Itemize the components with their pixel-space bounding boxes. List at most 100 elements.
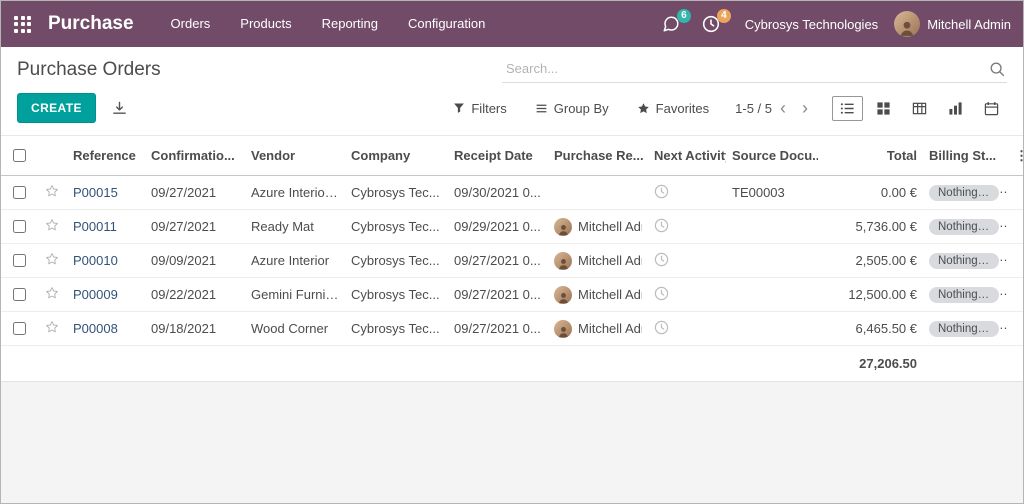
- cell-purchase-rep[interactable]: Mitchell Adr: [548, 209, 648, 244]
- cell-reference[interactable]: P00011: [67, 209, 145, 244]
- kanban-view-button[interactable]: [868, 96, 899, 121]
- cell-total[interactable]: 0.00 €: [818, 175, 923, 210]
- cell-vendor[interactable]: Ready Mat: [245, 209, 345, 244]
- cell-billing-status[interactable]: Nothing to......: [923, 175, 1009, 210]
- cell-next-activity[interactable]: [648, 243, 726, 278]
- favorites-button[interactable]: Favorites: [637, 101, 709, 116]
- favorite-star-icon[interactable]: [45, 252, 59, 266]
- cell-purchase-rep[interactable]: Mitchell Adr: [548, 311, 648, 346]
- apps-menu-button[interactable]: [1, 1, 44, 47]
- cell-next-activity[interactable]: [648, 209, 726, 244]
- next-activity-clock-icon[interactable]: [654, 286, 669, 301]
- header-reference[interactable]: Reference: [67, 135, 145, 176]
- cell-confirmation-date[interactable]: 09/09/2021: [145, 243, 245, 278]
- search-input[interactable]: [504, 60, 989, 77]
- cell-next-activity[interactable]: [648, 277, 726, 312]
- table-row[interactable]: P00015 09/27/2021 Azure Interior, ... Cy…: [1, 175, 1023, 210]
- cell-purchase-rep[interactable]: [548, 175, 648, 210]
- cell-source-document[interactable]: [726, 311, 818, 346]
- cell-company[interactable]: Cybrosys Tec...: [345, 311, 448, 346]
- header-vendor[interactable]: Vendor: [245, 135, 345, 176]
- menu-products[interactable]: Products: [225, 1, 306, 47]
- cell-vendor[interactable]: Azure Interior: [245, 243, 345, 278]
- select-all-checkbox[interactable]: [13, 149, 26, 162]
- favorite-star-icon[interactable]: [45, 286, 59, 300]
- graph-view-button[interactable]: [940, 96, 971, 121]
- header-confirmation-date[interactable]: Confirmatio...: [145, 135, 245, 176]
- next-activity-clock-icon[interactable]: [654, 184, 669, 199]
- menu-configuration[interactable]: Configuration: [393, 1, 500, 47]
- row-checkbox[interactable]: [13, 220, 26, 233]
- pivot-view-button[interactable]: [904, 96, 935, 121]
- cell-total[interactable]: 2,505.00 €: [818, 243, 923, 278]
- cell-total[interactable]: 12,500.00 €: [818, 277, 923, 312]
- filters-button[interactable]: Filters: [453, 101, 507, 116]
- cell-reference[interactable]: P00009: [67, 277, 145, 312]
- app-name[interactable]: Purchase: [48, 13, 134, 35]
- table-row[interactable]: P00009 09/22/2021 Gemini Furnit... Cybro…: [1, 277, 1023, 312]
- cell-source-document[interactable]: [726, 277, 818, 312]
- create-button[interactable]: CREATE: [17, 93, 96, 123]
- cell-company[interactable]: Cybrosys Tec...: [345, 209, 448, 244]
- cell-vendor[interactable]: Wood Corner: [245, 311, 345, 346]
- cell-company[interactable]: Cybrosys Tec...: [345, 277, 448, 312]
- table-row[interactable]: P00010 09/09/2021 Azure Interior Cybrosy…: [1, 243, 1023, 278]
- row-checkbox[interactable]: [13, 186, 26, 199]
- cell-reference[interactable]: P00008: [67, 311, 145, 346]
- cell-purchase-rep[interactable]: Mitchell Adr: [548, 277, 648, 312]
- next-activity-clock-icon[interactable]: [654, 218, 669, 233]
- pager-next-button[interactable]: ›: [794, 99, 816, 117]
- cell-billing-status[interactable]: Nothing to......: [923, 243, 1009, 278]
- header-next-activity[interactable]: Next Activity: [648, 135, 726, 176]
- cell-reference[interactable]: P00015: [67, 175, 145, 210]
- cell-billing-status[interactable]: Nothing to......: [923, 277, 1009, 312]
- activities-button[interactable]: 4: [691, 9, 731, 39]
- cell-total[interactable]: 5,736.00 €: [818, 209, 923, 244]
- company-switcher[interactable]: Cybrosys Technologies: [745, 17, 878, 32]
- header-source-document[interactable]: Source Docu...: [726, 135, 818, 176]
- menu-reporting[interactable]: Reporting: [307, 1, 393, 47]
- cell-billing-status[interactable]: Nothing to......: [923, 311, 1009, 346]
- menu-orders[interactable]: Orders: [156, 1, 226, 47]
- header-billing-status[interactable]: Billing St...: [923, 135, 1009, 176]
- search-icon[interactable]: [989, 61, 1005, 77]
- calendar-view-button[interactable]: [976, 96, 1007, 121]
- row-checkbox[interactable]: [13, 322, 26, 335]
- cell-receipt-date[interactable]: 09/27/2021 0...: [448, 311, 548, 346]
- favorite-star-icon[interactable]: [45, 218, 59, 232]
- cell-confirmation-date[interactable]: 09/27/2021: [145, 175, 245, 210]
- cell-reference[interactable]: P00010: [67, 243, 145, 278]
- cell-source-document[interactable]: TE00003: [726, 175, 818, 210]
- row-checkbox[interactable]: [13, 254, 26, 267]
- row-checkbox[interactable]: [13, 288, 26, 301]
- cell-source-document[interactable]: [726, 243, 818, 278]
- cell-billing-status[interactable]: Nothing to......: [923, 209, 1009, 244]
- cell-next-activity[interactable]: [648, 175, 726, 210]
- export-button[interactable]: [108, 97, 131, 120]
- cell-confirmation-date[interactable]: 09/22/2021: [145, 277, 245, 312]
- pager-range[interactable]: 1-5 / 5: [735, 101, 772, 116]
- header-total[interactable]: Total: [818, 135, 923, 176]
- cell-vendor[interactable]: Azure Interior, ...: [245, 175, 345, 210]
- next-activity-clock-icon[interactable]: [654, 320, 669, 335]
- header-company[interactable]: Company: [345, 135, 448, 176]
- cell-company[interactable]: Cybrosys Tec...: [345, 175, 448, 210]
- header-purchase-rep[interactable]: Purchase Re...: [548, 135, 648, 176]
- group-by-button[interactable]: Group By: [535, 101, 609, 116]
- cell-receipt-date[interactable]: 09/27/2021 0...: [448, 243, 548, 278]
- optional-columns-toggle[interactable]: ⋮: [1009, 135, 1023, 176]
- list-view-button[interactable]: [832, 95, 863, 121]
- cell-company[interactable]: Cybrosys Tec...: [345, 243, 448, 278]
- cell-confirmation-date[interactable]: 09/27/2021: [145, 209, 245, 244]
- cell-vendor[interactable]: Gemini Furnit...: [245, 277, 345, 312]
- user-menu[interactable]: Mitchell Admin: [894, 11, 1011, 37]
- table-row[interactable]: P00008 09/18/2021 Wood Corner Cybrosys T…: [1, 311, 1023, 346]
- cell-source-document[interactable]: [726, 209, 818, 244]
- cell-next-activity[interactable]: [648, 311, 726, 346]
- cell-purchase-rep[interactable]: Mitchell Adr: [548, 243, 648, 278]
- next-activity-clock-icon[interactable]: [654, 252, 669, 267]
- cell-confirmation-date[interactable]: 09/18/2021: [145, 311, 245, 346]
- header-receipt-date[interactable]: Receipt Date: [448, 135, 548, 176]
- cell-receipt-date[interactable]: 09/27/2021 0...: [448, 277, 548, 312]
- cell-total[interactable]: 6,465.50 €: [818, 311, 923, 346]
